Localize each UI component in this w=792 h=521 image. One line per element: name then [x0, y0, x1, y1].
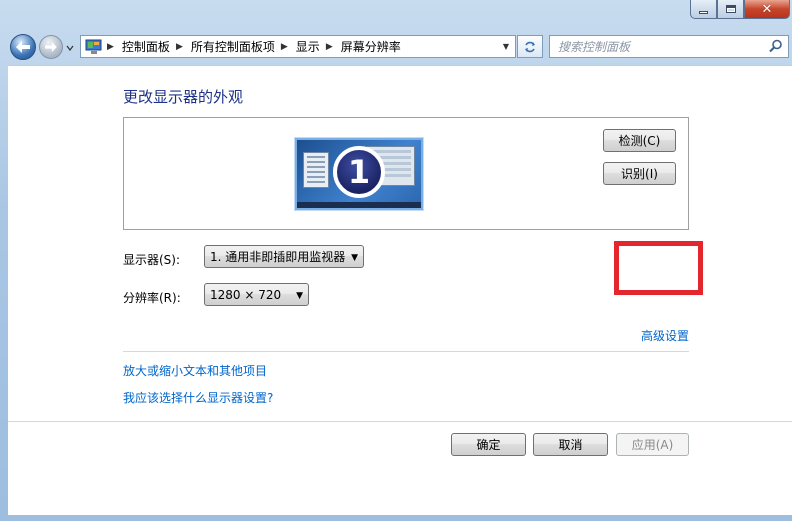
forward-button[interactable] [39, 35, 63, 59]
resolution-label: 分辨率(R): [123, 291, 181, 305]
ok-button[interactable]: 确定 [451, 433, 526, 456]
chevron-down-icon: ▼ [296, 291, 303, 301]
display-label: 显示器(S): [123, 253, 181, 267]
breadcrumb-item-display[interactable]: 显示 [296, 38, 320, 55]
close-icon: ✕ [761, 1, 773, 17]
forward-arrow-icon [45, 42, 57, 52]
control-panel-icon [85, 39, 102, 54]
advanced-settings-link[interactable]: 高级设置 [641, 327, 689, 344]
search-input[interactable]: 搜索控制面板 [558, 38, 630, 55]
caption-buttons: ✕ [690, 0, 790, 20]
monitor-window-thumbnail [303, 152, 329, 188]
maximize-icon [725, 5, 736, 13]
search-icon[interactable] [769, 39, 783, 53]
control-panel-window: ✕ ▶ 控制面板 ▶ 所有控制面板项 ▶ 显示 ▶ 屏幕分辨率 ▼ 搜索控制面板… [0, 0, 792, 521]
search-box[interactable]: 搜索控制面板 [549, 35, 789, 58]
divider [8, 421, 792, 422]
annotation-highlight-box [614, 241, 703, 295]
monitor-taskbar [297, 202, 421, 208]
close-button[interactable]: ✕ [744, 0, 790, 19]
display-select[interactable]: 1. 通用非即插即用监视器 ▼ [204, 245, 364, 268]
resolution-select[interactable]: 1280 × 720 ▼ [204, 283, 309, 306]
address-dropdown-icon[interactable]: ▼ [497, 36, 515, 57]
recent-pages-chevron-icon[interactable] [66, 44, 74, 52]
display-settings-help-link[interactable]: 我应该选择什么显示器设置? [123, 389, 273, 406]
address-bar[interactable]: ▶ 控制面板 ▶ 所有控制面板项 ▶ 显示 ▶ 屏幕分辨率 ▼ [80, 35, 516, 58]
refresh-icon [525, 41, 535, 52]
minimize-icon [699, 10, 708, 14]
page-title: 更改显示器的外观 [123, 88, 244, 106]
breadcrumb-separator-icon[interactable]: ▶ [281, 42, 288, 52]
maximize-button[interactable] [717, 0, 744, 19]
monitor-1-thumbnail[interactable]: 1 [295, 138, 423, 210]
breadcrumb-item-all-items[interactable]: 所有控制面板项 [191, 38, 275, 55]
detect-button[interactable]: 检测(C) [603, 129, 676, 152]
monitor-number-badge: 1 [333, 146, 385, 198]
display-select-value: 1. 通用非即插即用监视器 [210, 250, 346, 264]
monitor-preview-area: 1 检测(C) 识别(I) [123, 117, 689, 230]
breadcrumb-separator-icon[interactable]: ▶ [107, 42, 114, 52]
chevron-down-icon: ▼ [351, 253, 358, 263]
breadcrumb-item-screen-resolution[interactable]: 屏幕分辨率 [341, 38, 401, 55]
cancel-button[interactable]: 取消 [533, 433, 608, 456]
identify-button[interactable]: 识别(I) [603, 162, 676, 185]
divider [123, 351, 689, 352]
apply-button[interactable]: 应用(A) [616, 433, 689, 456]
refresh-button[interactable] [517, 35, 543, 58]
breadcrumb: ▶ 控制面板 ▶ 所有控制面板项 ▶ 显示 ▶ 屏幕分辨率 [107, 38, 401, 55]
breadcrumb-separator-icon[interactable]: ▶ [176, 42, 183, 52]
navigation-bar: ▶ 控制面板 ▶ 所有控制面板项 ▶ 显示 ▶ 屏幕分辨率 ▼ 搜索控制面板 [0, 30, 792, 62]
text-size-link[interactable]: 放大或缩小文本和其他项目 [123, 362, 267, 379]
back-button[interactable] [10, 34, 36, 60]
back-arrow-icon [16, 41, 30, 53]
breadcrumb-item-control-panel[interactable]: 控制面板 [122, 38, 170, 55]
breadcrumb-separator-icon[interactable]: ▶ [326, 42, 333, 52]
resolution-select-value: 1280 × 720 [210, 287, 282, 302]
minimize-button[interactable] [690, 0, 717, 19]
